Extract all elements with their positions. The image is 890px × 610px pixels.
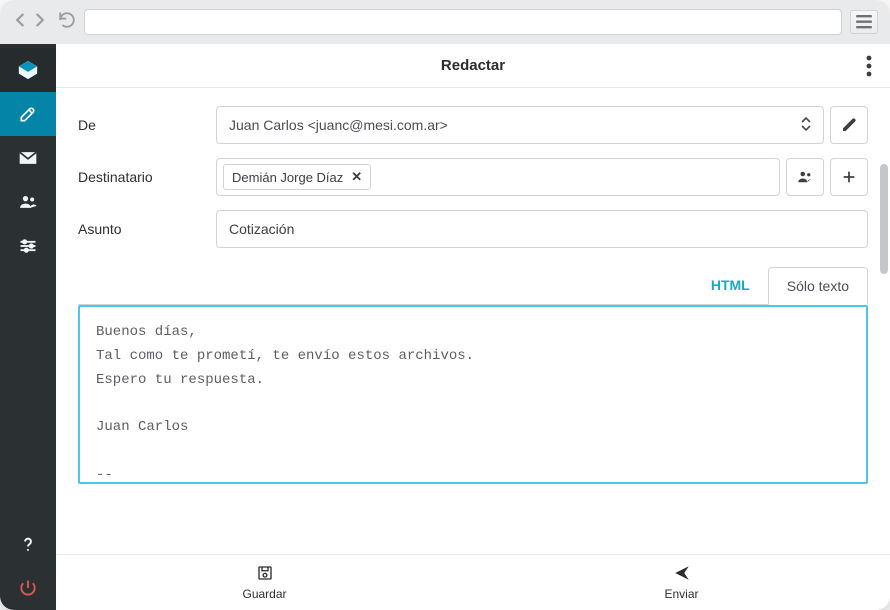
row-to: Destinatario Demián Jorge Díaz ✕ (78, 158, 868, 196)
more-menu-icon[interactable] (866, 44, 872, 88)
send-button[interactable]: Enviar (473, 555, 890, 610)
save-icon (256, 564, 274, 585)
nav-arrows (12, 11, 48, 34)
from-value: Juan Carlos <juanc@mesi.com.ar> (229, 117, 448, 133)
sidebar-item-power[interactable] (0, 566, 56, 610)
subject-label: Asunto (78, 221, 200, 237)
editor-tabs: HTML Sólo texto (78, 266, 868, 305)
scrollbar-thumb[interactable] (880, 164, 888, 274)
add-recipient-button[interactable] (830, 158, 868, 196)
sidebar-item-help[interactable] (0, 522, 56, 566)
remove-recipient-icon[interactable]: ✕ (351, 169, 362, 185)
page-title: Redactar (441, 57, 505, 74)
app-logo[interactable] (0, 48, 56, 92)
send-icon (673, 564, 691, 585)
sidebar (0, 44, 56, 610)
row-subject: Asunto (78, 210, 868, 248)
edit-identity-button[interactable] (830, 106, 868, 144)
compose-form: De Juan Carlos <juanc@mesi.com.ar> (56, 88, 890, 554)
chevron-updown-icon (801, 117, 811, 133)
sidebar-item-contacts[interactable] (0, 180, 56, 224)
from-select[interactable]: Juan Carlos <juanc@mesi.com.ar> (216, 106, 824, 144)
tab-html[interactable]: HTML (693, 267, 768, 305)
sidebar-item-mail[interactable] (0, 136, 56, 180)
app-window: Redactar De Juan Carlos <juanc@mesi.com.… (0, 0, 890, 610)
save-label: Guardar (242, 587, 286, 601)
url-bar[interactable] (84, 9, 842, 35)
from-label: De (78, 117, 200, 133)
tab-plain-text[interactable]: Sólo texto (768, 267, 868, 305)
row-from: De Juan Carlos <juanc@mesi.com.ar> (78, 106, 868, 144)
compose-footer: Guardar Enviar (56, 554, 890, 610)
app-body: Redactar De Juan Carlos <juanc@mesi.com.… (0, 44, 890, 610)
pick-contact-button[interactable] (786, 158, 824, 196)
subject-input[interactable] (216, 210, 868, 248)
forward-icon[interactable] (30, 11, 48, 34)
sidebar-item-settings[interactable] (0, 224, 56, 268)
reload-icon[interactable] (58, 11, 76, 34)
sidebar-item-compose[interactable] (0, 92, 56, 136)
message-body-textarea[interactable] (80, 307, 866, 477)
recipient-chip-label: Demián Jorge Díaz (232, 170, 343, 185)
title-bar: Redactar (56, 44, 890, 88)
menu-icon[interactable] (850, 10, 878, 34)
main-panel: Redactar De Juan Carlos <juanc@mesi.com.… (56, 44, 890, 610)
to-field[interactable]: Demián Jorge Díaz ✕ (216, 158, 780, 196)
recipient-chip: Demián Jorge Díaz ✕ (223, 164, 371, 190)
to-label: Destinatario (78, 169, 200, 185)
send-label: Enviar (664, 587, 698, 601)
save-button[interactable]: Guardar (56, 555, 473, 610)
browser-toolbar (0, 0, 890, 44)
back-icon[interactable] (12, 11, 30, 34)
editor-container (78, 305, 868, 484)
